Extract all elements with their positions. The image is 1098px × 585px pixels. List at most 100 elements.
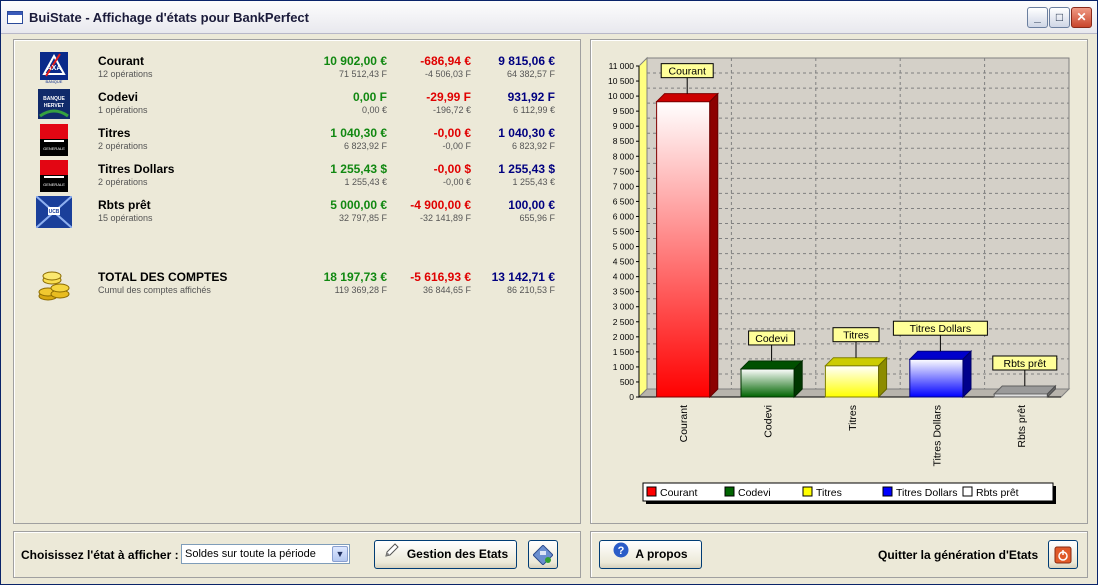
account-operations: 1 opérations xyxy=(98,105,148,115)
data-label: Titres xyxy=(843,330,869,342)
svg-text:UCB: UCB xyxy=(49,209,60,215)
about-label: A propos xyxy=(635,547,688,561)
y-tick-label: 6 500 xyxy=(613,196,635,206)
legend-swatch xyxy=(962,486,973,497)
banque-hervet-logo: BANQUE HERVET xyxy=(36,88,72,120)
balance-value-converted: 86 210,53 F xyxy=(506,285,555,295)
balance-value-converted: 655,96 F xyxy=(519,213,555,223)
legend-swatch xyxy=(646,486,657,497)
y-tick-label: 4 500 xyxy=(613,257,635,267)
quit-label: Quitter la génération d'Etats xyxy=(878,548,1039,562)
manage-states-label: Gestion des Etats xyxy=(406,547,509,562)
data-label: Courant xyxy=(669,66,706,78)
bar-top xyxy=(908,350,973,360)
y-tick-label: 4 000 xyxy=(613,272,635,282)
account-operations: Cumul des comptes affichés xyxy=(98,285,211,295)
bar-side xyxy=(962,350,972,399)
state-select[interactable]: Soldes sur toute la période ▼ xyxy=(181,544,350,564)
bar xyxy=(909,358,964,398)
balance-value: 1 040,30 € xyxy=(498,126,555,140)
bar xyxy=(824,365,880,398)
minimize-button[interactable]: _ xyxy=(1027,7,1048,28)
account-name: Courant xyxy=(98,54,144,68)
bar-top xyxy=(739,360,804,370)
account-operations: 2 opérations xyxy=(98,141,148,151)
bar-top xyxy=(993,385,1057,395)
data-label: Rbts prêt xyxy=(1003,358,1046,370)
y-tick-label: 1 000 xyxy=(613,362,635,372)
y-tick-label: 10 000 xyxy=(608,91,634,101)
y-tick-label: 7 000 xyxy=(613,181,635,191)
close-button[interactable]: ✕ xyxy=(1071,7,1092,28)
bar-chart: 0 500 1 000 1 500 2 000 2 500 3 000 3 500 4 000 4… xyxy=(608,56,1071,504)
floppy-disk-icon xyxy=(532,544,554,568)
account-name: Rbts prêt xyxy=(98,198,151,212)
y-tick-label: 3 500 xyxy=(613,287,635,297)
chart-panel: 0 500 1 000 1 500 2 000 2 500 3 000 3 500 4 000 4… xyxy=(590,39,1088,524)
ucb-logo: UCB xyxy=(35,195,73,229)
y-tick-label: 0 xyxy=(629,392,634,402)
chevron-down-icon[interactable]: ▼ xyxy=(332,546,348,562)
y-tick-label: 5 500 xyxy=(613,227,635,237)
svg-text:GENERALE: GENERALE xyxy=(43,182,65,187)
maximize-button[interactable]: □ xyxy=(1049,7,1070,28)
y-tick-label: 8 500 xyxy=(613,136,635,146)
y-tick-label: 1 500 xyxy=(613,347,635,357)
bar xyxy=(740,368,795,398)
chart-side-wall xyxy=(638,56,648,399)
svg-text:?: ? xyxy=(618,545,625,557)
legend-label: Titres xyxy=(816,487,842,499)
account-row: GENERALE Titres Dollars 2 opérations 1 2… xyxy=(14,160,580,194)
export-button[interactable] xyxy=(528,540,558,569)
title-bar[interactable]: BuiState - Affichage d'états pour BankPe… xyxy=(1,1,1097,34)
svg-text:BANQUE: BANQUE xyxy=(46,79,63,84)
balance-value: 931,92 F xyxy=(507,90,555,104)
y-tick-label: 7 500 xyxy=(613,166,635,176)
y-tick-label: 9 500 xyxy=(613,106,635,116)
y-tick-label: 9 000 xyxy=(613,121,635,131)
balance-value-converted: 6 112,99 € xyxy=(513,105,555,115)
balance-value-converted: 1 255,43 € xyxy=(512,177,555,187)
app-window: BuiState - Affichage d'états pour BankPe… xyxy=(0,0,1098,585)
balance-value: 100,00 € xyxy=(508,198,555,212)
data-label: Titres Dollars xyxy=(910,323,971,335)
balance-value: 1 255,43 $ xyxy=(498,162,555,176)
quit-button[interactable] xyxy=(1048,540,1078,569)
y-tick-label: 500 xyxy=(620,377,634,387)
legend-label: Courant xyxy=(660,487,697,499)
bar-top xyxy=(655,93,719,103)
y-tick-label: 8 000 xyxy=(613,151,635,161)
accounts-panel: AXA BANQUE Courant 12 opérations 10 902,0… xyxy=(13,39,581,524)
account-row: AXA BANQUE Courant 12 opérations 10 902,0… xyxy=(14,52,580,86)
legend-swatch xyxy=(882,486,893,497)
axa-logo: AXA BANQUE xyxy=(36,52,72,84)
account-name: Codevi xyxy=(98,90,139,104)
y-tick-label: 2 500 xyxy=(613,317,635,327)
x-tick-label: Codevi xyxy=(763,405,775,438)
coins-icon xyxy=(36,268,72,301)
y-tick-label: 3 000 xyxy=(613,302,635,312)
account-row: BANQUE HERVET Codevi 1 opérations 0,00 F … xyxy=(14,88,580,122)
choose-state-label: Choisissez l'état à afficher : xyxy=(21,548,179,562)
y-tick-label: 10 500 xyxy=(608,76,634,86)
account-name: Titres Dollars xyxy=(98,162,175,176)
legend-label: Codevi xyxy=(738,487,771,499)
window-title: BuiState - Affichage d'états pour BankPe… xyxy=(29,10,309,25)
account-row: UCB Rbts prêt 15 opérations 5 000,00 € 3… xyxy=(14,195,580,230)
balance-value-converted: 64 382,57 F xyxy=(506,69,555,79)
account-operations: 12 opérations xyxy=(98,69,153,79)
bar xyxy=(656,101,711,398)
y-tick-label: 6 000 xyxy=(613,211,635,221)
about-button[interactable]: ? A propos xyxy=(599,540,702,569)
legend-swatch xyxy=(724,486,735,497)
balance-value: 9 815,06 € xyxy=(498,54,555,68)
balance-value: 13 142,71 € xyxy=(491,270,555,284)
svg-text:HERVET: HERVET xyxy=(44,103,64,109)
axa-logo-text: AXA xyxy=(47,65,62,72)
manage-states-button[interactable]: Gestion des Etats xyxy=(374,540,517,569)
account-operations: 2 opérations xyxy=(98,177,148,187)
data-label: Codevi xyxy=(755,333,788,345)
societe-generale-logo: GENERALE xyxy=(36,124,72,156)
legend-label: Titres Dollars xyxy=(896,487,957,499)
balance-value-converted: 6 823,92 F xyxy=(511,141,555,151)
